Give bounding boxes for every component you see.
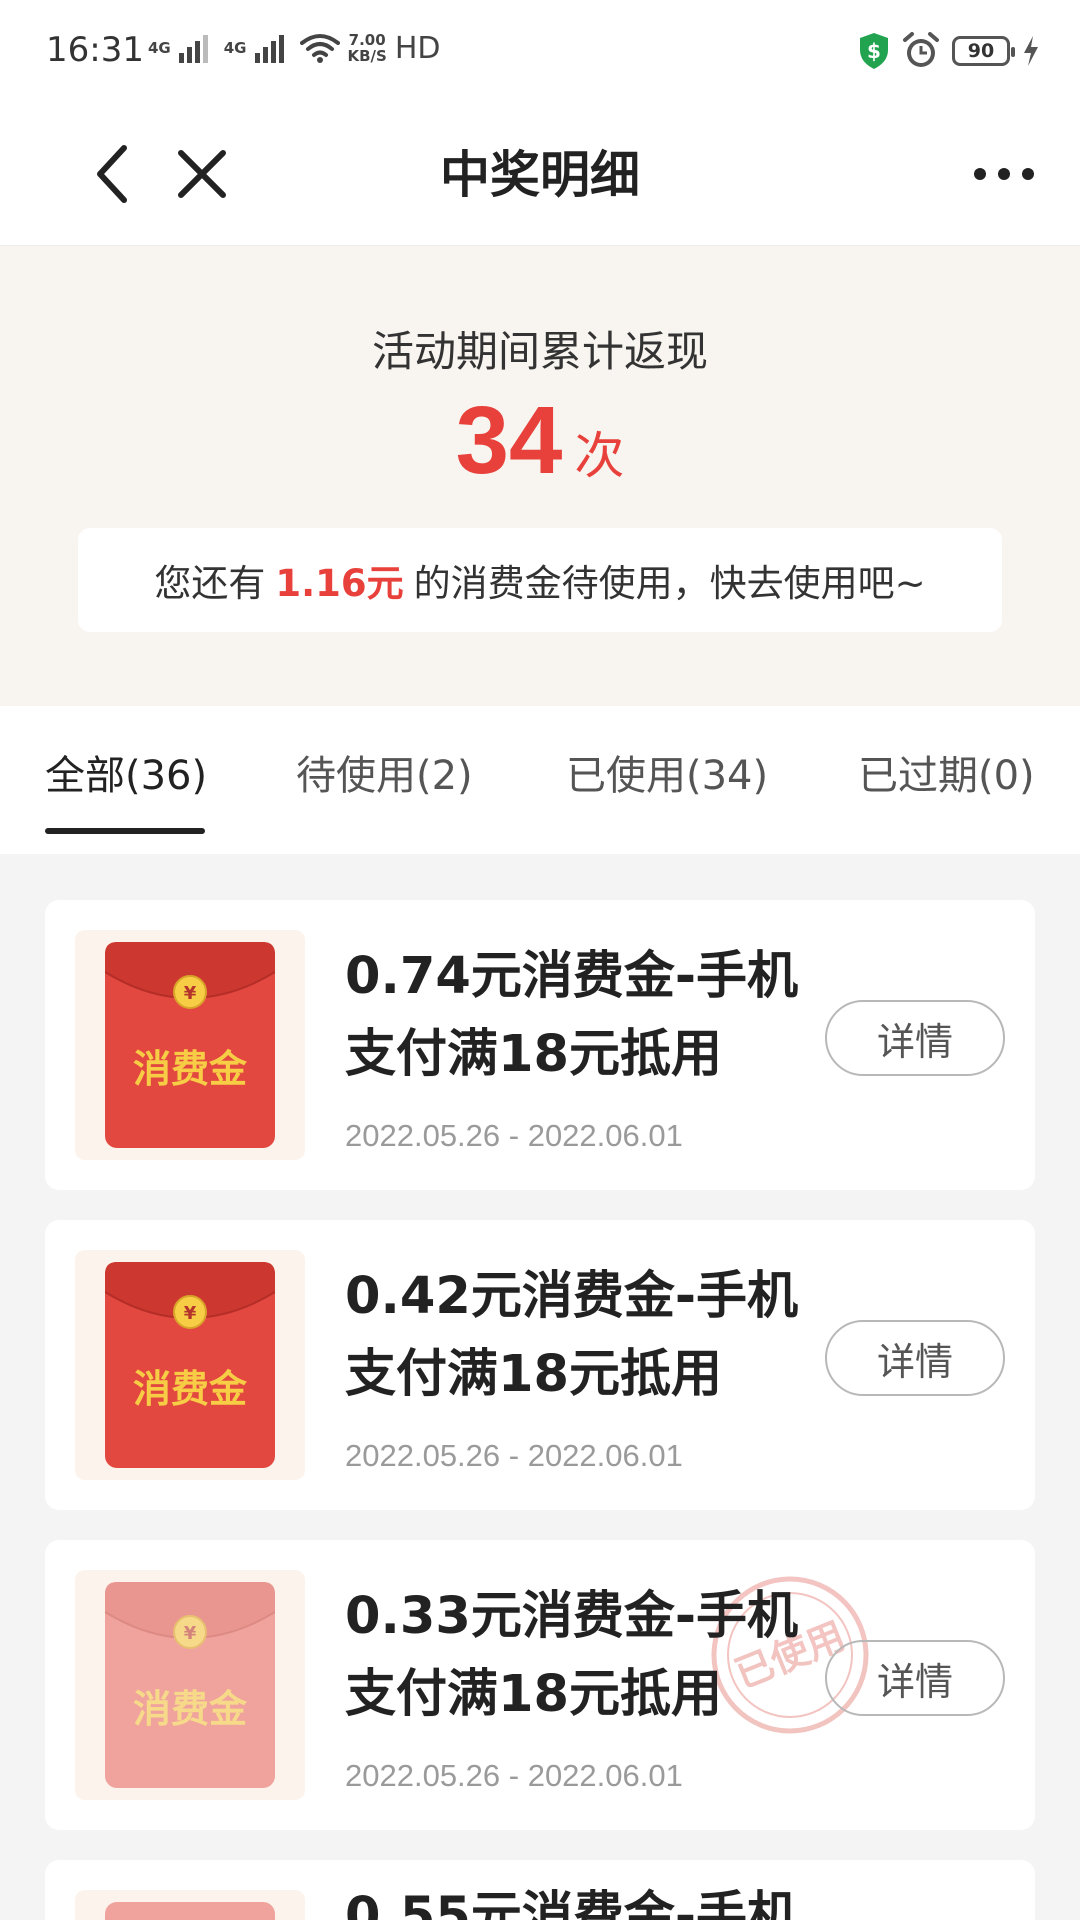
voucher-validity: 2022.05.26 - 2022.06.01	[345, 1118, 683, 1153]
status-time: 16:31	[46, 30, 144, 70]
cashback-count-unit: 次	[574, 427, 625, 485]
cashback-summary: 活动期间累计返现 34 次 您还有 1.16元 的消费金待使用，快去使用吧~	[0, 246, 1080, 706]
red-envelope-faded-icon: ¥ 消费金	[105, 1582, 275, 1788]
voucher-card: 0.55元消费金-手机	[45, 1860, 1035, 1920]
voucher-validity: 2022.05.26 - 2022.06.01	[345, 1758, 683, 1793]
svg-text:¥: ¥	[184, 1623, 197, 1644]
svg-text:消费金: 消费金	[133, 1367, 248, 1411]
summary-title: 活动期间累计返现	[371, 327, 708, 376]
svg-text:¥: ¥	[184, 983, 197, 1004]
tab-pending[interactable]: 待使用(2)	[296, 746, 473, 806]
red-envelope-icon: ¥ 消费金	[105, 1262, 275, 1468]
voucher-card: ¥ 消费金 0.74元消费金-手机 支付满18元抵用 2022.05.26 - …	[45, 900, 1035, 1190]
notice-amount: 1.16元	[275, 562, 404, 605]
status-bar: 16:31 4G 4G 7.00 KB/S HD $ 90	[0, 0, 1080, 104]
voucher-title: 0.42元消费金-手机 支付满18元抵用	[345, 1267, 798, 1404]
wifi-icon	[299, 34, 340, 63]
voucher-thumbnail	[75, 1890, 305, 1920]
tab-all[interactable]: 全部(36)	[45, 746, 207, 806]
voucher-thumbnail: ¥ 消费金	[75, 1250, 305, 1480]
svg-text:$: $	[867, 39, 881, 63]
svg-text:消费金: 消费金	[133, 1047, 248, 1091]
voucher-title: 0.33元消费金-手机 支付满18元抵用	[345, 1587, 798, 1724]
hd-voice-label: HD	[394, 30, 441, 66]
status-right-icons: $ 90	[858, 30, 1040, 72]
detail-button[interactable]: 详情	[825, 1320, 1005, 1396]
notice-prefix: 您还有	[154, 562, 266, 605]
voucher-title: 0.55元消费金-手机	[345, 1887, 798, 1920]
page-title: 中奖明细	[440, 146, 640, 204]
nav-bar: 中奖明细	[0, 104, 1080, 246]
network-speed: 7.00 KB/S	[347, 31, 387, 65]
network-type-label: 4G	[223, 38, 247, 57]
notice-suffix: 的消费金待使用，快去使用吧~	[413, 562, 926, 605]
cashback-count-number: 34	[455, 387, 563, 494]
voucher-validity: 2022.05.26 - 2022.06.01	[345, 1438, 683, 1473]
voucher-thumbnail: ¥ 消费金	[75, 1570, 305, 1800]
network-type-label: 4G	[148, 38, 171, 57]
back-button[interactable]	[82, 134, 142, 214]
filter-tabs: 全部(36) 待使用(2) 已使用(34) 已过期(0)	[0, 706, 1080, 854]
close-icon	[178, 150, 226, 198]
svg-text:消费金: 消费金	[133, 1687, 248, 1731]
more-button[interactable]	[964, 154, 1044, 194]
close-button[interactable]	[172, 134, 232, 214]
red-envelope-icon: ¥ 消费金	[105, 942, 275, 1148]
signal-strength-icon	[178, 33, 208, 63]
active-tab-indicator	[45, 828, 205, 834]
voucher-card: ¥ 消费金 0.42元消费金-手机 支付满18元抵用 2022.05.26 - …	[45, 1220, 1035, 1510]
security-shield-icon: $	[860, 33, 888, 69]
voucher-title: 0.74元消费金-手机 支付满18元抵用	[345, 947, 798, 1084]
network-indicators: 4G 4G 7.00 KB/S HD	[148, 28, 441, 68]
charging-bolt-icon	[1024, 36, 1038, 66]
svg-text:¥: ¥	[184, 1303, 197, 1324]
detail-button[interactable]: 详情	[825, 1640, 1005, 1716]
red-envelope-faded-icon	[105, 1902, 275, 1920]
alarm-clock-icon	[903, 32, 939, 67]
voucher-card: ¥ 消费金 已使用 0.33元消费金-手机 支付满18元抵用 2022.05.2…	[45, 1540, 1035, 1830]
pending-balance-notice[interactable]: 您还有 1.16元 的消费金待使用，快去使用吧~	[78, 528, 1002, 632]
voucher-thumbnail: ¥ 消费金	[75, 930, 305, 1160]
tab-used[interactable]: 已使用(34)	[566, 746, 768, 806]
detail-button[interactable]: 详情	[825, 1000, 1005, 1076]
signal-strength-icon	[254, 33, 284, 63]
battery-icon: 90	[952, 36, 1015, 66]
tab-expired[interactable]: 已过期(0)	[858, 746, 1035, 806]
more-horizontal-icon	[974, 168, 1034, 180]
cashback-count: 34 次	[0, 386, 1080, 496]
chevron-left-icon	[97, 145, 127, 203]
